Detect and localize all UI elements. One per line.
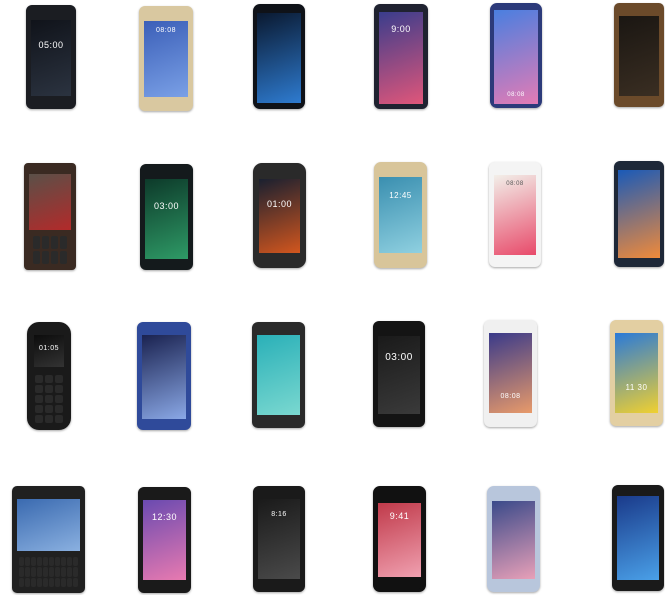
clock-text: 11 30 [625,383,648,392]
phone-body [24,163,76,270]
phone-body: 05:00 [26,5,76,109]
phone-screen: 9:00 [379,12,423,104]
phone-screen: 11 30 [615,333,658,413]
phone-body: 08:08 [489,162,541,267]
phone-body: 01:05 [27,322,71,430]
phone-screen: 12:45 [379,177,422,253]
phone-screen [618,170,660,258]
phone-body [252,322,305,428]
phone-screen: 03:00 [145,179,188,259]
phone-gallery: { "phones": [ {"id":"p1","screen_text":"… [0,0,665,595]
phone-body: 11 30 [610,320,663,426]
phone-body: 12:30 [138,487,191,593]
phone-screen: 05:00 [31,20,71,96]
phone-screen: 9:41 [378,503,421,577]
phone-screen [619,16,659,96]
phone-screen: 08:08 [494,175,536,255]
phone-body [487,486,540,592]
clock-text: 9:41 [389,511,410,521]
phone-screen: 08:08 [489,333,532,413]
phone-screen: 01:05 [34,335,64,367]
phone-body: 08:08 [490,3,542,108]
phone-body: 03:00 [373,321,425,427]
phone-body: 08:08 [484,320,537,427]
phone-body [614,3,664,107]
clock-text: 08:08 [506,181,524,187]
phone-body: 08:08 [139,6,193,111]
phone-body [612,485,664,591]
clock-text: 08:08 [155,27,177,34]
phone-screen [29,174,71,230]
clock-text: 12:45 [389,191,412,200]
phone-screen: 03:00 [378,336,420,414]
phone-body [614,161,664,267]
clock-text: 8:16 [271,511,287,518]
phone-screen [257,13,301,103]
phone-screen [492,501,535,579]
phone-screen: 8:16 [258,499,300,579]
phone-body [12,486,85,593]
clock-text: 03:00 [153,201,180,211]
phone-body: 9:41 [373,486,426,592]
clock-text: 05:00 [38,40,64,50]
phone-screen [617,496,659,580]
phone-body [137,322,191,430]
clock-text: 12:30 [151,512,178,522]
phone-body: 8:16 [253,486,305,592]
phone-screen [17,499,80,551]
phone-body: 9:00 [374,4,428,109]
phone-body: 01:00 [253,163,306,268]
clock-text: 9:00 [391,24,411,34]
phone-body: 03:00 [140,164,193,270]
clock-text: 08:08 [507,92,525,98]
phone-screen: 01:00 [259,179,300,253]
phone-screen: 08:08 [144,21,188,97]
clock-text: 01:05 [38,345,60,352]
phone-body: 12:45 [374,162,427,268]
phone-screen: 12:30 [143,500,186,580]
clock-text: 01:00 [266,199,293,209]
clock-text: 03:00 [385,352,413,363]
clock-text: 08:08 [500,393,521,400]
phone-body [253,4,305,109]
phone-screen [142,335,186,419]
phone-screen: 08:08 [494,10,538,104]
phone-screen [257,335,300,415]
